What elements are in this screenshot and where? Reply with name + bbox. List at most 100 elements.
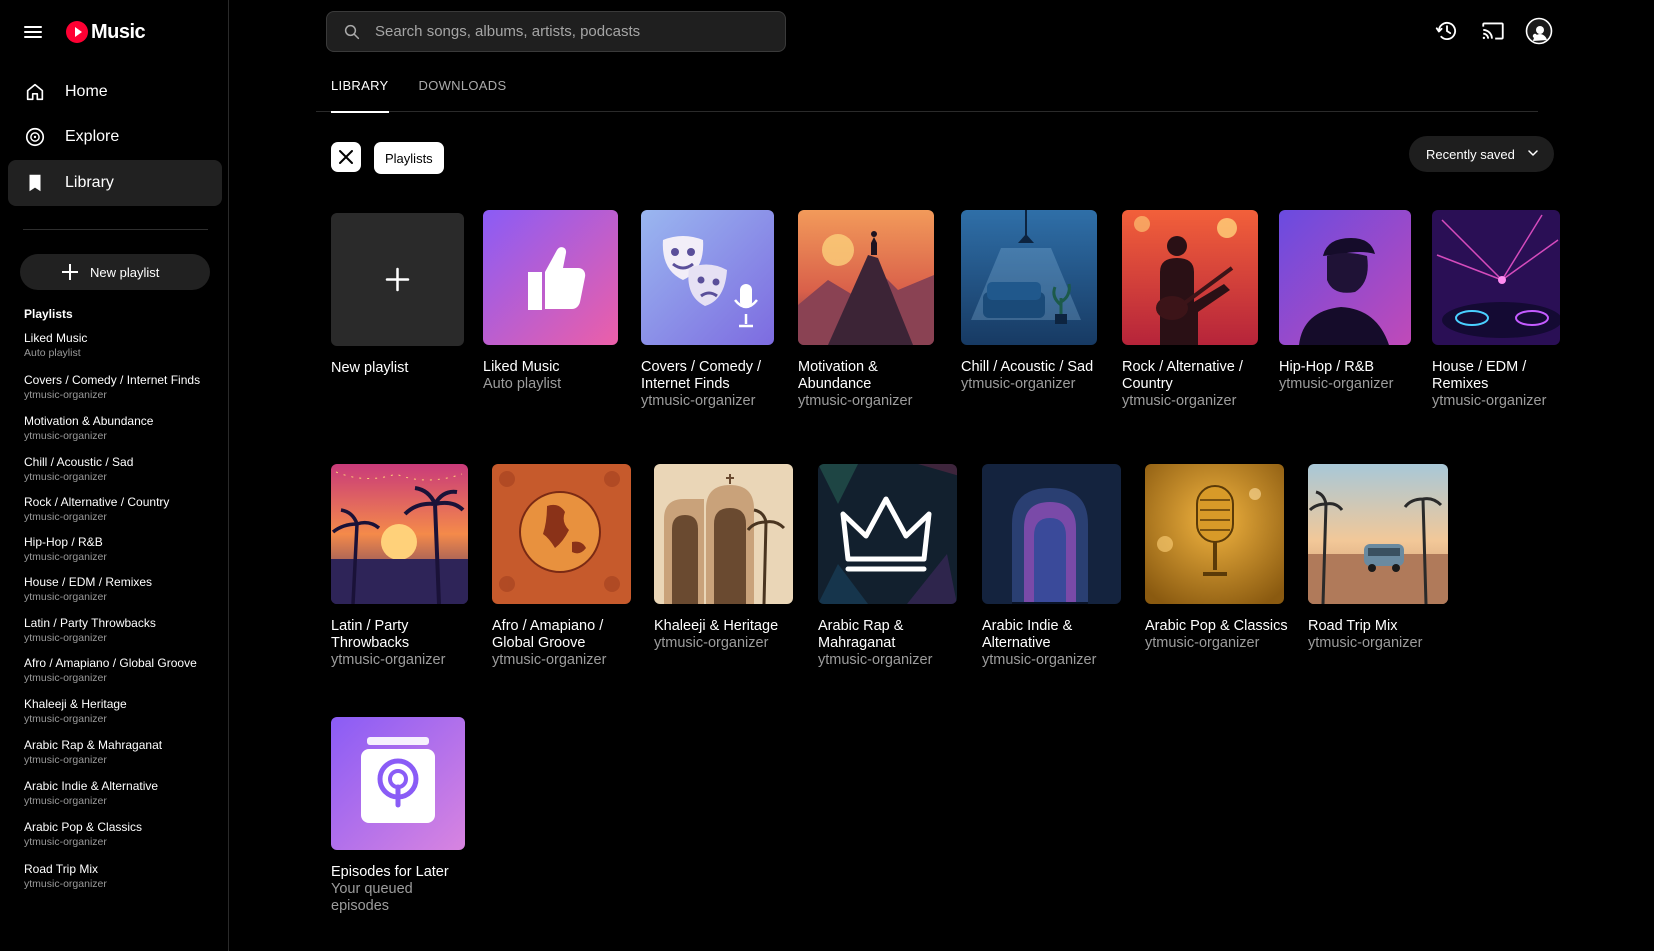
library-tabs: LIBRARY DOWNLOADS — [316, 78, 1538, 113]
clear-filter-button[interactable] — [331, 142, 361, 172]
hamburger-menu-icon[interactable] — [24, 24, 44, 40]
search-icon — [343, 23, 361, 41]
playlist-card[interactable]: Afro / Amapiano / Global Groove ytmusic-o… — [492, 464, 639, 669]
card-subtitle: ytmusic-organizer — [961, 376, 1076, 392]
sidebar-playlist-title: Afro / Amapiano / Global Groove — [24, 656, 197, 670]
playlist-card[interactable]: Motivation & Abundance ytmusic-organizer — [798, 210, 942, 410]
card-subtitle: ytmusic-organizer — [641, 393, 756, 409]
account-avatar-icon[interactable] — [1524, 16, 1554, 46]
playlist-card[interactable]: Arabic Rap & Mahraganat ytmusic-organizer — [818, 464, 965, 669]
sidebar-playlist-item[interactable]: Covers / Comedy / Internet Finds ytmusic-… — [24, 373, 200, 402]
sidebar-playlist-title: Chill / Acoustic / Sad — [24, 455, 134, 469]
sidebar-playlist-title: Latin / Party Throwbacks — [24, 616, 156, 630]
search-input[interactable]: Search songs, albums, artists, podcasts — [375, 23, 640, 40]
sidebar-playlist-item[interactable]: Arabic Indie & Alternative ytmusic-organi… — [24, 779, 158, 808]
sidebar-playlist-owner: ytmusic-organizer — [24, 591, 107, 603]
nav-library[interactable]: Library — [8, 160, 222, 206]
new-playlist-label: New playlist — [90, 264, 160, 280]
sidebar-playlist-item[interactable]: Afro / Amapiano / Global Groove ytmusic-o… — [24, 656, 197, 685]
card-title: Hip-Hop / R&B — [1279, 359, 1375, 375]
play-logo-icon — [66, 21, 88, 43]
sidebar-playlist-title: Liked Music — [24, 331, 88, 345]
sort-dropdown[interactable]: Recently saved — [1409, 136, 1554, 172]
card-title: Khaleeji & Heritage — [654, 618, 779, 634]
card-title: Episodes for Later — [331, 864, 449, 880]
brand-bar: Music — [24, 18, 146, 46]
card-subtitle: Auto playlist — [483, 376, 562, 392]
sidebar-playlist-item[interactable]: Hip-Hop / R&B ytmusic-organizer — [24, 535, 107, 564]
card-title: New playlist — [331, 360, 409, 376]
chevron-down-icon — [1528, 150, 1538, 156]
playlist-artwork — [654, 464, 793, 604]
card-title: Latin / Party Throwbacks — [331, 618, 410, 651]
playlist-card[interactable]: Arabic Pop & Classics ytmusic-organizer — [1145, 464, 1292, 652]
sidebar-playlist-item[interactable]: House / EDM / Remixes ytmusic-organizer — [24, 575, 152, 604]
sidebar-playlist-title: Motivation & Abundance — [24, 414, 154, 428]
playlist-card[interactable]: Liked Music Auto playlist — [483, 210, 626, 393]
card-subtitle: ytmusic-organizer — [654, 635, 769, 651]
sidebar-playlist-owner: ytmusic-organizer — [24, 632, 107, 644]
playlist-card[interactable]: Hip-Hop / R&B ytmusic-organizer — [1279, 210, 1419, 393]
top-actions — [1432, 16, 1554, 46]
sidebar-playlist-item[interactable]: Road Trip Mix ytmusic-organizer — [24, 862, 107, 891]
playlist-card[interactable]: Road Trip Mix ytmusic-organizer — [1308, 464, 1456, 652]
card-subtitle: ytmusic-organizer — [1432, 393, 1547, 409]
music-logo[interactable]: Music — [66, 21, 146, 44]
sidebar-playlist-item[interactable]: Liked Music Auto playlist — [24, 331, 87, 360]
new-playlist-button[interactable]: New playlist — [20, 254, 210, 290]
cast-icon[interactable] — [1478, 16, 1508, 46]
sidebar-playlist-owner: ytmusic-organizer — [24, 511, 107, 523]
playlist-artwork — [818, 464, 957, 604]
tab-downloads[interactable]: DOWNLOADS — [404, 78, 522, 112]
card-subtitle: ytmusic-organizer — [982, 652, 1097, 668]
nav-home[interactable]: Home — [8, 69, 222, 115]
playlist-card[interactable]: Episodes for Later Your queued episodes — [331, 717, 473, 915]
playlist-card[interactable]: Arabic Indie & Alternative ytmusic-organi… — [982, 464, 1129, 669]
history-icon[interactable] — [1432, 16, 1462, 46]
sidebar-playlist-item[interactable]: Arabic Rap & Mahraganat ytmusic-organizer — [24, 738, 162, 767]
sidebar-playlist-title: Road Trip Mix — [24, 862, 99, 876]
playlist-card[interactable]: Rock / Alternative / Country ytmusic-orga… — [1122, 210, 1266, 410]
playlist-card[interactable]: Covers / Comedy / Internet Finds ytmusic-… — [641, 210, 782, 410]
card-subtitle: ytmusic-organizer — [1122, 393, 1237, 409]
playlist-card[interactable]: Chill / Acoustic / Sad ytmusic-organizer — [961, 210, 1105, 393]
card-title: Chill / Acoustic / Sad — [961, 359, 1094, 375]
card-title: House / EDM / Remixes — [1432, 359, 1527, 392]
card-subtitle: Your queued episodes — [331, 881, 413, 914]
card-title: Motivation & Abundance — [798, 359, 878, 392]
sidebar-playlist-item[interactable]: Motivation & Abundance ytmusic-organizer — [24, 414, 153, 443]
playlist-artwork — [331, 464, 468, 604]
playlists-filter-chip[interactable]: Playlists — [374, 142, 444, 174]
card-title: Road Trip Mix — [1308, 618, 1398, 634]
playlist-artwork — [641, 210, 774, 345]
sidebar-playlist-owner: ytmusic-organizer — [24, 471, 107, 483]
library-icon — [24, 172, 46, 194]
sidebar-playlist-title: Arabic Indie & Alternative — [24, 779, 159, 793]
sidebar-playlist-item[interactable]: Chill / Acoustic / Sad ytmusic-organizer — [24, 455, 133, 484]
sidebar-playlist-title: Khaleeji & Heritage — [24, 697, 127, 711]
playlist-card[interactable]: Khaleeji & Heritage ytmusic-organizer — [654, 464, 801, 652]
playlist-artwork — [1432, 210, 1560, 345]
sidebar-playlist-title: Arabic Pop & Classics — [24, 820, 143, 834]
playlist-card[interactable]: House / EDM / Remixes ytmusic-organizer — [1432, 210, 1568, 410]
plus-icon — [385, 267, 410, 292]
sidebar-playlist-item[interactable]: Arabic Pop & Classics ytmusic-organizer — [24, 820, 142, 849]
tab-library[interactable]: LIBRARY — [316, 78, 404, 113]
sidebar-playlist-item[interactable]: Khaleeji & Heritage ytmusic-organizer — [24, 697, 127, 726]
sidebar-playlist-item[interactable]: Latin / Party Throwbacks ytmusic-organize… — [24, 616, 156, 645]
sidebar-playlist-owner: ytmusic-organizer — [24, 754, 107, 766]
new-playlist-card[interactable]: New playlist — [331, 213, 464, 377]
playlist-artwork — [331, 717, 465, 850]
sidebar-playlist-owner: ytmusic-organizer — [24, 836, 107, 848]
sidebar-playlist-title: Hip-Hop / R&B — [24, 535, 103, 549]
sidebar-playlist-owner: Auto playlist — [24, 347, 81, 359]
nav-home-label: Home — [65, 83, 108, 100]
playlist-artwork — [798, 210, 934, 345]
card-subtitle: ytmusic-organizer — [1308, 635, 1423, 651]
playlist-artwork — [483, 210, 618, 345]
nav-explore[interactable]: Explore — [8, 114, 222, 160]
sidebar-playlist-item[interactable]: Rock / Alternative / Country ytmusic-orga… — [24, 495, 169, 524]
search-box[interactable]: Search songs, albums, artists, podcasts — [326, 11, 786, 52]
playlist-card[interactable]: Latin / Party Throwbacks ytmusic-organize… — [331, 464, 476, 669]
playlist-artwork — [1308, 464, 1448, 604]
